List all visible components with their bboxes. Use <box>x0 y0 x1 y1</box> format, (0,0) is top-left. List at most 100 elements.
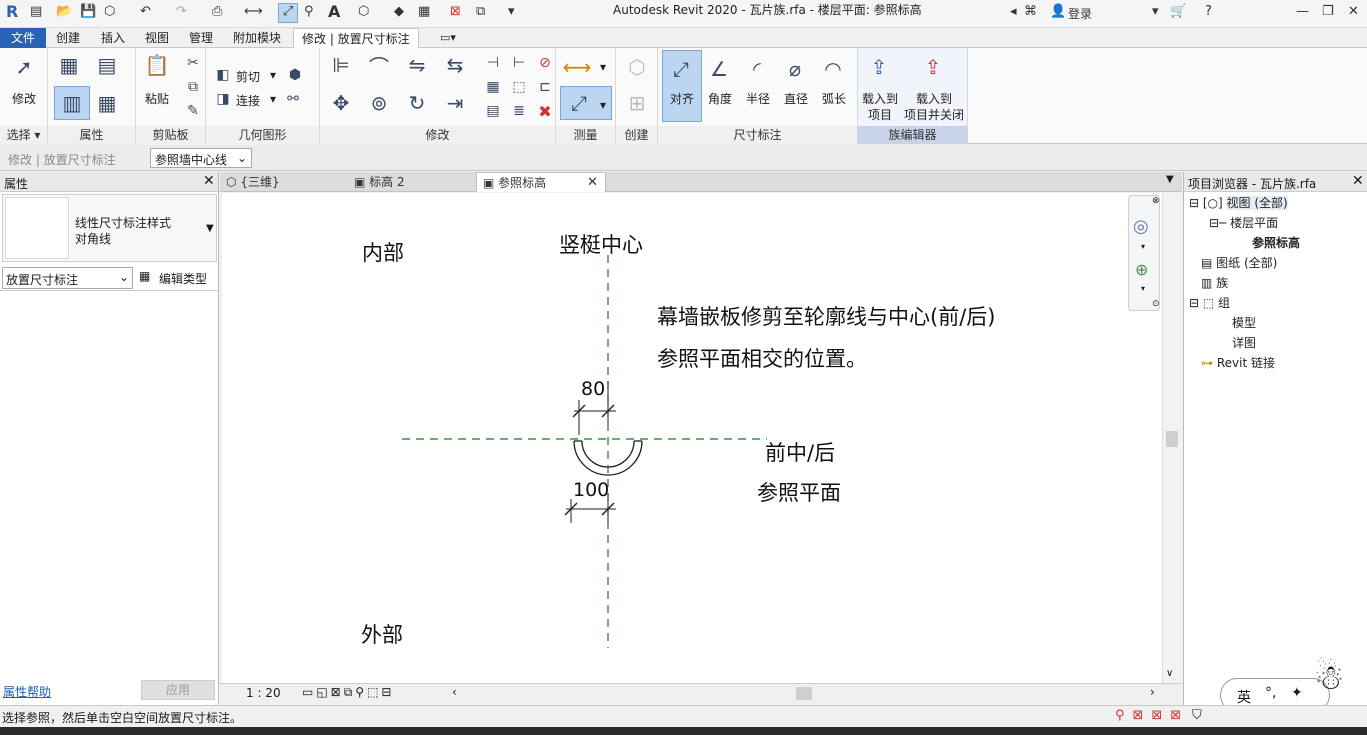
scroll-right-icon[interactable]: › <box>1150 685 1155 699</box>
match-type-icon[interactable]: ✎ <box>180 98 206 124</box>
mirror-draw-icon[interactable]: ⇆ <box>442 52 468 78</box>
tab-modify-place-dimension[interactable]: 修改 | 放置尺寸标注 <box>293 28 419 49</box>
offset-icon[interactable]: ⌒ <box>366 52 392 79</box>
tree-views-all[interactable]: ⊟ [○] 视图 (全部) <box>1189 194 1288 211</box>
trim-single-icon[interactable]: ≣ <box>506 98 532 124</box>
join-dropdown-icon[interactable]: ▾ <box>270 92 276 106</box>
delete-icon[interactable]: ✖ <box>532 98 558 124</box>
aligned-button[interactable]: 对齐 <box>670 90 694 107</box>
tree-detail[interactable]: 详图 <box>1232 334 1256 351</box>
paste-icon[interactable]: 📋 <box>144 52 170 78</box>
redo-icon[interactable]: ↷ <box>176 4 187 19</box>
move-icon[interactable]: ✥ <box>328 90 354 116</box>
angular-icon[interactable]: ∠ <box>706 56 732 82</box>
zoom-icon[interactable]: ⊕ <box>1135 260 1148 279</box>
modify-button[interactable]: 修改 <box>12 90 36 107</box>
ime-skin-icon[interactable]: ✦ <box>1291 685 1303 701</box>
split-face-icon[interactable]: ⚯ <box>280 86 306 112</box>
copy-icon[interactable]: ⧉ <box>180 74 206 100</box>
search-arrow-icon[interactable]: ◂ <box>1010 4 1017 19</box>
placement-dropdown[interactable]: 参照墙中心线 ⌄ <box>150 148 252 168</box>
measure-dropdown-icon[interactable]: ▾ <box>600 60 606 74</box>
sync-icon[interactable]: ⬡ <box>104 4 115 19</box>
split-gap-icon[interactable]: ⊢ <box>506 50 532 76</box>
angular-button[interactable]: 角度 <box>708 90 732 107</box>
load-and-close-line1[interactable]: 载入到 <box>916 90 952 107</box>
join-button[interactable]: 连接 <box>236 92 260 109</box>
rotate-icon[interactable]: ↻ <box>404 90 430 116</box>
aligned-dim-small-icon[interactable]: ⤢ <box>566 90 592 116</box>
group-icon[interactable]: ▤ <box>480 98 506 124</box>
tab-manage[interactable]: 管理 <box>181 28 221 48</box>
arc-length-icon[interactable]: ◠ <box>820 56 846 82</box>
browser-close-icon[interactable]: ✕ <box>1352 173 1364 189</box>
measure-icon[interactable]: ⟷ <box>244 4 263 19</box>
dim-100-value[interactable]: 100 <box>573 479 609 501</box>
horizontal-scroll-thumb[interactable] <box>796 687 812 700</box>
array-icon[interactable]: ▦ <box>480 74 506 100</box>
edit-type-button[interactable]: ▦ 编辑类型 <box>137 267 215 289</box>
select-panel-label[interactable]: 选择 ▾ <box>0 126 47 144</box>
open-icon[interactable]: 📂 <box>56 4 72 19</box>
nav-close-icon[interactable]: ⊗ <box>1152 196 1160 206</box>
undo-icon[interactable]: ↶ <box>140 4 151 19</box>
type-properties-icon[interactable]: ▦ <box>94 90 120 116</box>
tab-3d-view[interactable]: ⬡ {三维} <box>220 172 348 192</box>
copy-element-icon[interactable]: ⊚ <box>366 90 392 116</box>
tab-ref-level[interactable]: ▣ 参照标高 ✕ <box>476 172 606 192</box>
dropdown-icon[interactable]: ▾ <box>1152 4 1159 19</box>
tab-addins[interactable]: 附加模块 <box>225 28 289 48</box>
tree-ref-level[interactable]: 参照标高 <box>1252 234 1300 251</box>
tree-floor-plans[interactable]: ⊟─ 楼层平面 <box>1209 214 1278 231</box>
filter-icon[interactable]: ⛉ <box>1192 708 1202 723</box>
cart-icon[interactable]: 🛒 <box>1170 4 1186 19</box>
dim-80-value[interactable]: 80 <box>581 378 605 400</box>
pin-icon[interactable]: ⊏ <box>532 74 558 100</box>
load-and-close-icon[interactable]: ⇪ <box>920 54 946 80</box>
apply-button[interactable]: 应用 <box>141 680 215 700</box>
print-icon[interactable]: ⎙ <box>212 4 222 19</box>
trim-icon[interactable]: ⇥ <box>442 90 468 116</box>
steering-wheel-icon[interactable]: ◎ <box>1133 216 1149 237</box>
cut-dropdown-icon[interactable]: ▾ <box>270 68 276 82</box>
tab-file[interactable]: 文件 <box>0 28 47 48</box>
create-group-icon[interactable]: ⊞ <box>624 90 650 116</box>
customize-qa-icon[interactable]: ▾ <box>508 4 515 19</box>
tabs-menu-icon[interactable]: ▼ <box>1166 174 1174 185</box>
cut-geometry-icon[interactable]: ◧ <box>210 62 236 88</box>
ime-punct-icon[interactable]: °, <box>1265 685 1276 701</box>
void-icon[interactable]: ⬢ <box>282 62 308 88</box>
close-icon[interactable]: ✕ <box>1348 4 1359 19</box>
dim-dropdown-icon[interactable]: ▾ <box>600 98 606 112</box>
tab-view[interactable]: 视图 <box>137 28 177 48</box>
thin-lines-icon[interactable]: ▦ <box>418 4 430 19</box>
aligned-icon[interactable]: ⤢ <box>668 56 694 82</box>
arc-length-button[interactable]: 弧长 <box>822 90 846 107</box>
close-hidden-icon[interactable]: ⊠ <box>450 4 461 19</box>
diameter-icon[interactable]: ⌀ <box>782 56 808 82</box>
3d-view-icon[interactable]: ⬡ <box>358 4 369 19</box>
help-icon[interactable]: ? <box>1205 4 1212 19</box>
radial-button[interactable]: 半径 <box>746 90 770 107</box>
load-into-project-icon[interactable]: ⇪ <box>866 54 892 80</box>
load-and-close-line2[interactable]: 项目并关闭 <box>904 106 964 123</box>
ime-mode-label[interactable]: 英 <box>1237 687 1251 707</box>
load-into-project-line2[interactable]: 项目 <box>868 106 892 123</box>
tag-icon[interactable]: ⚲ <box>304 4 314 19</box>
nav-options-icon[interactable]: ⊙ <box>1152 299 1160 309</box>
wheel-dropdown-icon[interactable]: ▾ <box>1141 242 1145 251</box>
instance-filter-dropdown[interactable]: 放置尺寸标注 ⌄ <box>2 267 133 289</box>
tab-close-icon[interactable]: ✕ <box>587 173 598 193</box>
create-similar-icon[interactable]: ⬡ <box>624 54 650 80</box>
ribbon-toggle-icon[interactable]: ▭▾ <box>432 28 464 48</box>
paste-button[interactable]: 粘贴 <box>145 90 169 107</box>
radial-icon[interactable]: ◜ <box>744 56 770 82</box>
tree-families[interactable]: ▥ 族 <box>1201 274 1228 291</box>
view-scale[interactable]: 1 : 20 <box>246 686 281 700</box>
load-into-project-line1[interactable]: 载入到 <box>862 90 898 107</box>
diameter-button[interactable]: 直径 <box>784 90 808 107</box>
tab-level-2[interactable]: ▣ 标高 2 <box>348 172 476 192</box>
properties-help-link[interactable]: 属性帮助 <box>3 683 51 700</box>
user-icon[interactable]: 👤 <box>1050 4 1066 19</box>
join-geometry-icon[interactable]: ◨ <box>210 86 236 112</box>
